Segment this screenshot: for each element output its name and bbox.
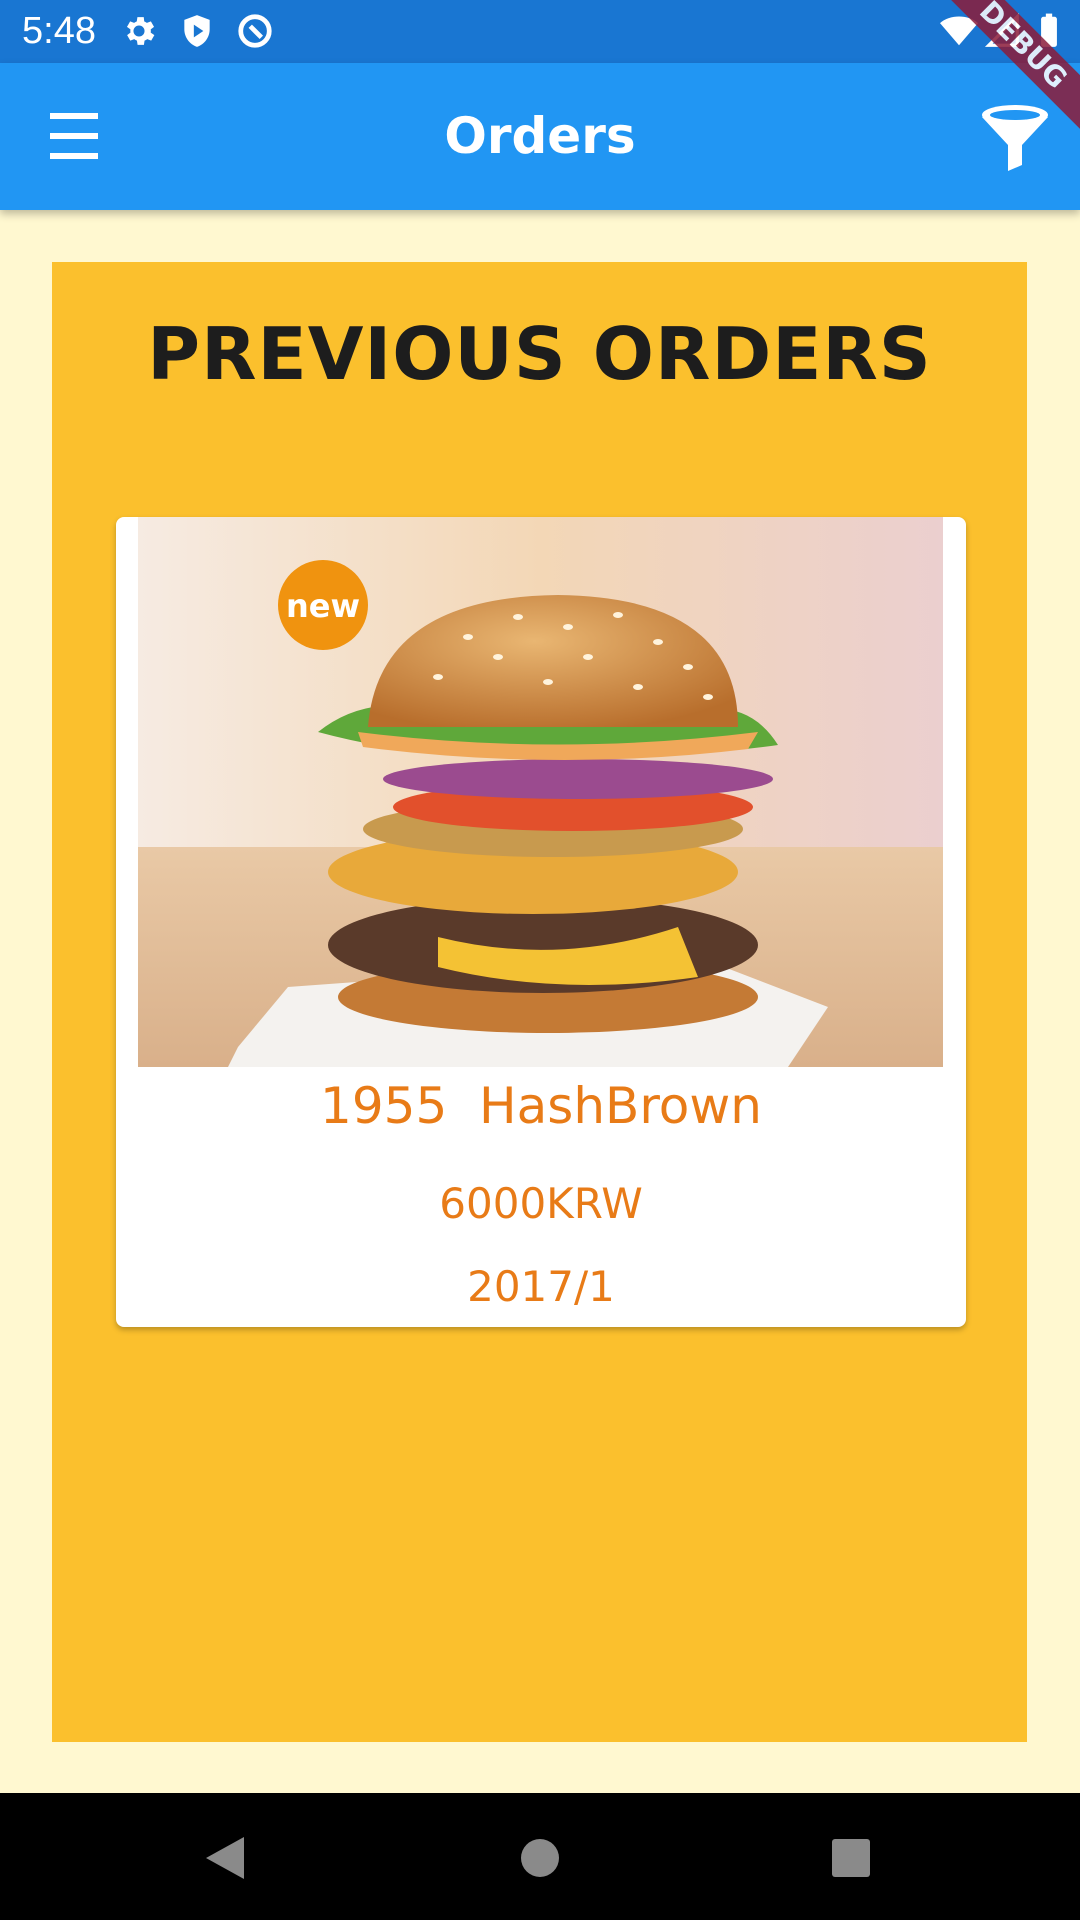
filter-funnel-icon [982, 105, 1048, 171]
panel-title: PREVIOUS ORDERS [147, 312, 932, 396]
previous-orders-panel: PREVIOUS ORDERS new 1955 HashBrown 6000K… [52, 262, 1027, 1742]
page-title: Orders [444, 107, 636, 165]
filter-button[interactable] [978, 101, 1052, 175]
system-nav-bar [0, 1793, 1080, 1920]
burger-photo: new [138, 517, 943, 1067]
status-bar: 5:48 [0, 0, 1080, 63]
shield-play-icon [184, 15, 210, 47]
home-circle-icon[interactable] [505, 1823, 575, 1893]
app-bar: Orders [0, 63, 1080, 210]
status-time: 5:48 [22, 10, 96, 52]
order-date: 2017/1 [467, 1262, 615, 1311]
recents-square-icon[interactable] [816, 1823, 886, 1893]
gear-icon [126, 17, 155, 45]
new-badge: new [286, 587, 360, 625]
back-triangle-icon[interactable] [190, 1823, 260, 1893]
order-name: 1955 HashBrown [320, 1077, 762, 1135]
order-price: 6000KRW [439, 1179, 643, 1228]
order-card[interactable]: new 1955 HashBrown 6000KRW 2017/1 [116, 517, 966, 1327]
circle-badge-icon [238, 14, 272, 48]
